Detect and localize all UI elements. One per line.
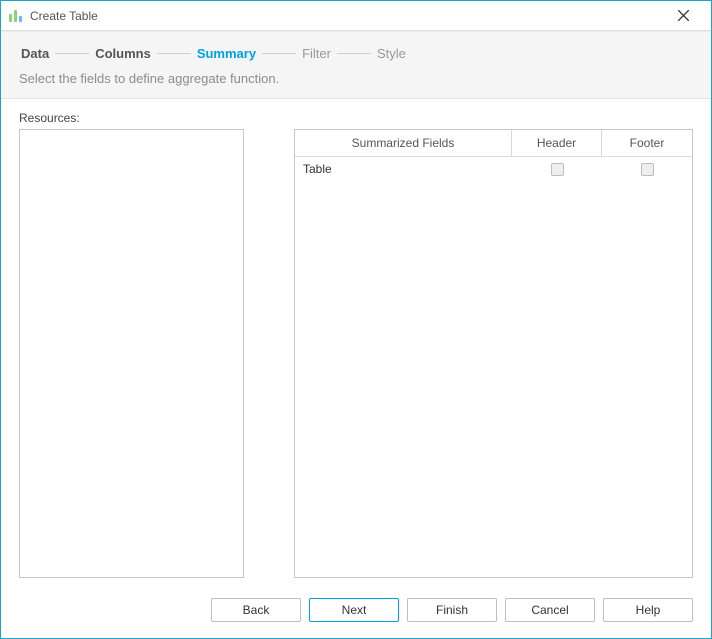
footer-checkbox[interactable] [641, 163, 654, 176]
header-checkbox[interactable] [551, 163, 564, 176]
content-area: Resources: Summarized Fields Header Foot… [1, 99, 711, 586]
step-separator [55, 53, 89, 54]
resources-listbox[interactable] [19, 129, 244, 578]
step-separator [337, 53, 371, 54]
step-data[interactable]: Data [19, 46, 51, 61]
titlebar: Create Table [1, 1, 711, 31]
dialog-window: Create Table Data Columns Summary Filter… [0, 0, 712, 639]
wizard-steps: Data Columns Summary Filter Style [19, 46, 693, 61]
row-name-cell[interactable]: Table [295, 157, 512, 181]
step-filter[interactable]: Filter [300, 46, 333, 61]
step-style[interactable]: Style [375, 46, 408, 61]
cancel-button[interactable]: Cancel [505, 598, 595, 622]
summary-grid: Summarized Fields Header Footer Table [294, 129, 693, 578]
button-bar: Back Next Finish Cancel Help [1, 586, 711, 638]
window-title: Create Table [30, 9, 98, 23]
resources-label: Resources: [19, 111, 693, 125]
back-button[interactable]: Back [211, 598, 301, 622]
step-separator [262, 53, 296, 54]
next-button[interactable]: Next [309, 598, 399, 622]
column-header-summarized-fields[interactable]: Summarized Fields [295, 130, 512, 157]
finish-button[interactable]: Finish [407, 598, 497, 622]
table-row: Table [295, 157, 692, 181]
app-bars-icon [9, 10, 24, 22]
panes-row: Summarized Fields Header Footer Table [19, 129, 693, 578]
row-footer-cell [602, 158, 692, 181]
close-icon [678, 10, 689, 21]
wizard-header: Data Columns Summary Filter Style Select… [1, 31, 711, 99]
step-columns[interactable]: Columns [93, 46, 153, 61]
close-button[interactable] [663, 2, 703, 30]
help-button[interactable]: Help [603, 598, 693, 622]
row-header-cell [512, 158, 602, 181]
step-separator [157, 53, 191, 54]
step-summary[interactable]: Summary [195, 46, 258, 61]
wizard-subtitle: Select the fields to define aggregate fu… [19, 71, 693, 86]
column-header-footer[interactable]: Footer [602, 130, 692, 157]
column-header-header[interactable]: Header [512, 130, 602, 157]
grid-header-row: Summarized Fields Header Footer [295, 130, 692, 157]
